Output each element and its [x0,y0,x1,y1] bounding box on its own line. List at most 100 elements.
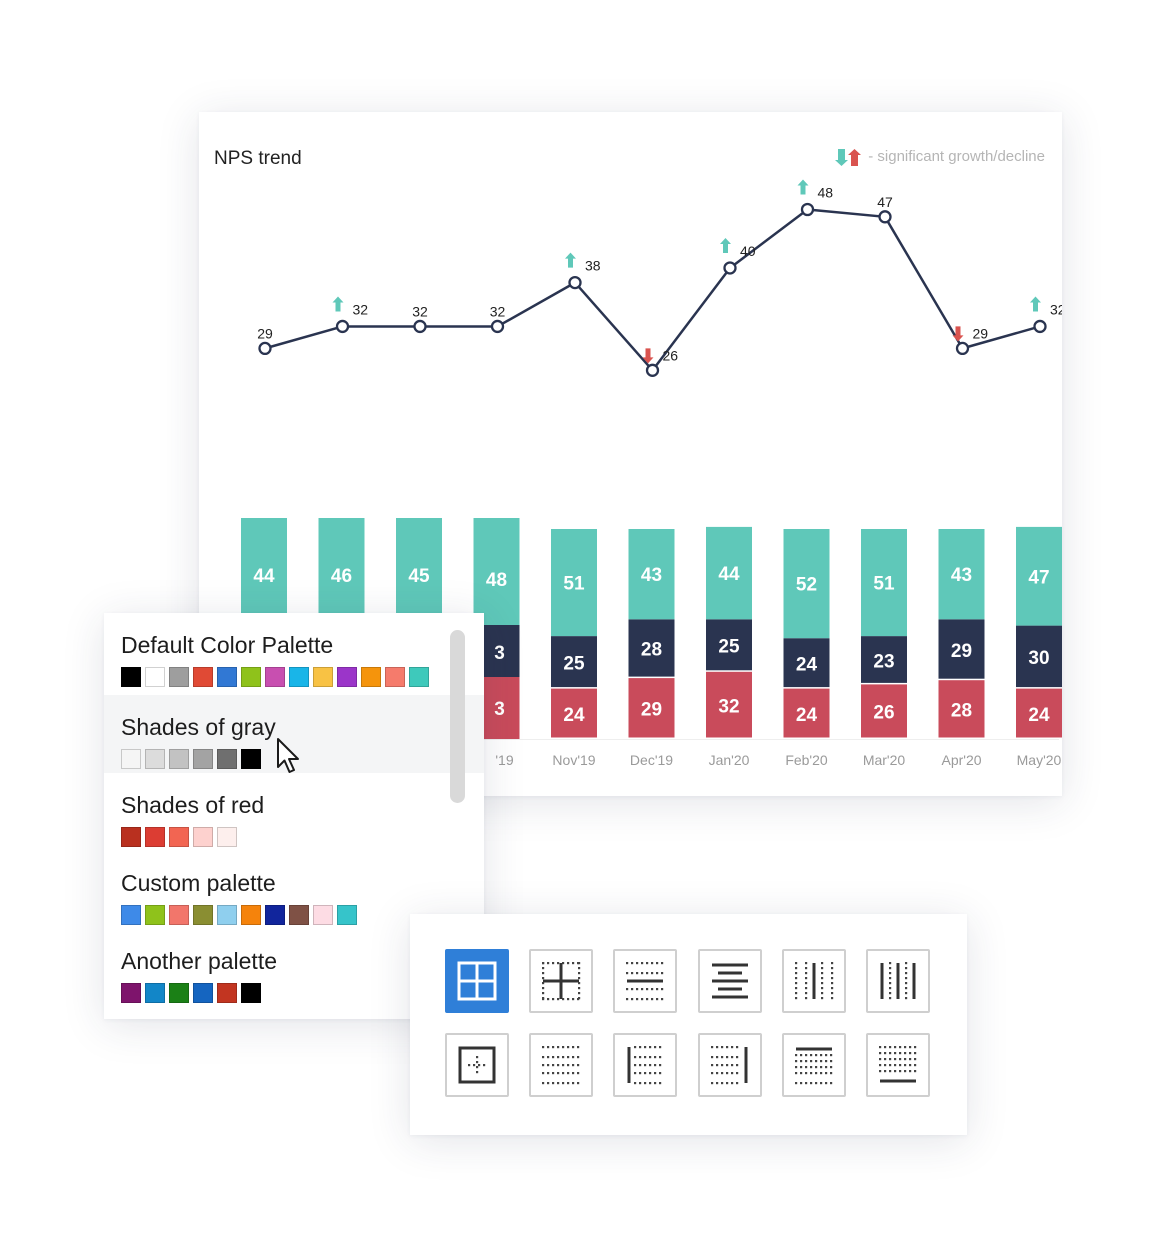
gridlines-option-button[interactable] [781,1033,846,1097]
scrollbar[interactable] [450,630,465,803]
bar-value-label: 44 [718,564,740,585]
x-tick-label: Dec'19 [630,752,673,768]
color-swatch [121,667,141,687]
bar-value-label: 25 [718,637,740,658]
color-swatch [145,827,165,847]
growth-arrow-icon [720,237,731,253]
x-tick-label: Jan'20 [709,752,750,768]
color-swatch [289,667,309,687]
grid-inner-vertical-icon [794,962,833,1000]
x-tick-label: Mar'20 [863,752,906,768]
palette-option[interactable]: Shades of red [104,773,484,851]
gridlines-option-button[interactable] [613,949,678,1013]
palette-option[interactable]: Default Color Palette [104,613,484,691]
growth-arrow-icon [797,179,809,195]
nps-point [723,261,737,275]
nps-value-label: 38 [585,258,601,274]
growth-decline-arrows-icon [835,149,862,166]
grid-none-icon [542,1046,580,1085]
gridlines-option-button[interactable] [781,949,846,1013]
color-swatch [337,667,357,687]
nps-value-label: 48 [818,185,834,201]
nps-line [264,208,1041,372]
bar-value-label: 48 [486,570,507,591]
nps-value-label: 29 [257,325,273,341]
gridlines-option-button[interactable] [613,1033,678,1097]
color-swatch [169,905,189,925]
grid-vertical-icon [880,962,916,1000]
grid-top-icon [794,1047,832,1085]
legend-label: - significant growth/decline [868,147,1045,165]
color-swatch [217,827,237,847]
bar-value-label: 25 [563,653,585,674]
nps-point [645,363,660,377]
gridlines-option-button[interactable] [445,949,509,1013]
color-swatch [217,905,237,925]
gridlines-option-button[interactable] [697,1033,762,1097]
nps-point [258,341,272,356]
gridlines-options-panel [410,914,967,1135]
grid-right-icon [710,1046,748,1085]
color-swatch [169,827,189,847]
chart-title: NPS trend [214,148,302,169]
nps-point [490,319,505,334]
color-swatch [145,749,165,769]
color-swatch [121,827,141,847]
growth-arrow-icon [1030,296,1041,312]
mouse-cursor-icon [277,738,299,773]
x-tick-label: May'20 [1017,752,1062,768]
color-swatch [241,983,261,1003]
grid-left-icon [627,1046,662,1085]
growth-arrow-icon [332,296,344,312]
bar-value-label: 52 [796,575,817,596]
bar-value-label: 28 [951,701,972,722]
gridlines-option-button[interactable] [697,949,762,1013]
x-tick-label: Feb'20 [785,752,828,768]
color-swatch [313,905,333,925]
grid-inner-icon [542,962,581,1001]
gridlines-option-button[interactable] [529,1033,594,1097]
bar-value-label: 43 [641,565,662,586]
palette-name: Shades of red [121,792,265,818]
bar-value-label: 30 [1028,648,1049,669]
gridlines-option-button[interactable] [445,1033,509,1097]
gridlines-option-button[interactable] [866,949,930,1013]
bar-value-label: 29 [641,700,662,721]
nps-point [335,319,350,334]
bar-value-label: 24 [796,654,818,675]
gridlines-option-button[interactable] [866,1033,930,1097]
nps-point [800,202,815,217]
color-swatch [121,905,141,925]
color-swatch [169,749,189,769]
nps-value-label: 29 [973,325,989,341]
nps-value-label: 40 [740,243,756,259]
bar-value-label: 51 [873,574,895,595]
color-swatch [385,667,405,687]
palette-swatches [121,827,237,847]
nps-value-label: 32 [412,303,428,319]
color-swatch [169,667,189,687]
color-swatch [361,667,381,687]
grid-all-icon [457,961,497,1001]
bar-value-label: 43 [951,565,972,586]
color-swatch [193,667,213,687]
gridlines-option-button[interactable] [529,949,594,1013]
nps-value-label: 32 [353,301,369,317]
nps-value-label: 32 [490,303,506,319]
grid-bottom-icon [879,1046,917,1083]
color-swatch [265,905,285,925]
bar-value-label: 24 [1028,705,1050,726]
palette-name: Another palette [121,948,278,974]
palette-swatches [121,749,261,769]
bar-value-label: 28 [641,640,662,661]
bar-value-label: 23 [873,651,894,672]
significance-legend: - significant growth/decline [834,146,1045,166]
bar-value-label: 3 [494,699,505,720]
color-swatch [193,827,213,847]
color-swatch [313,667,333,687]
color-swatch [193,905,213,925]
bar-value-label: 32 [718,696,739,717]
color-swatch [217,983,237,1003]
nps-value-label: 47 [877,194,893,210]
grid-outer-icon [458,1046,496,1084]
